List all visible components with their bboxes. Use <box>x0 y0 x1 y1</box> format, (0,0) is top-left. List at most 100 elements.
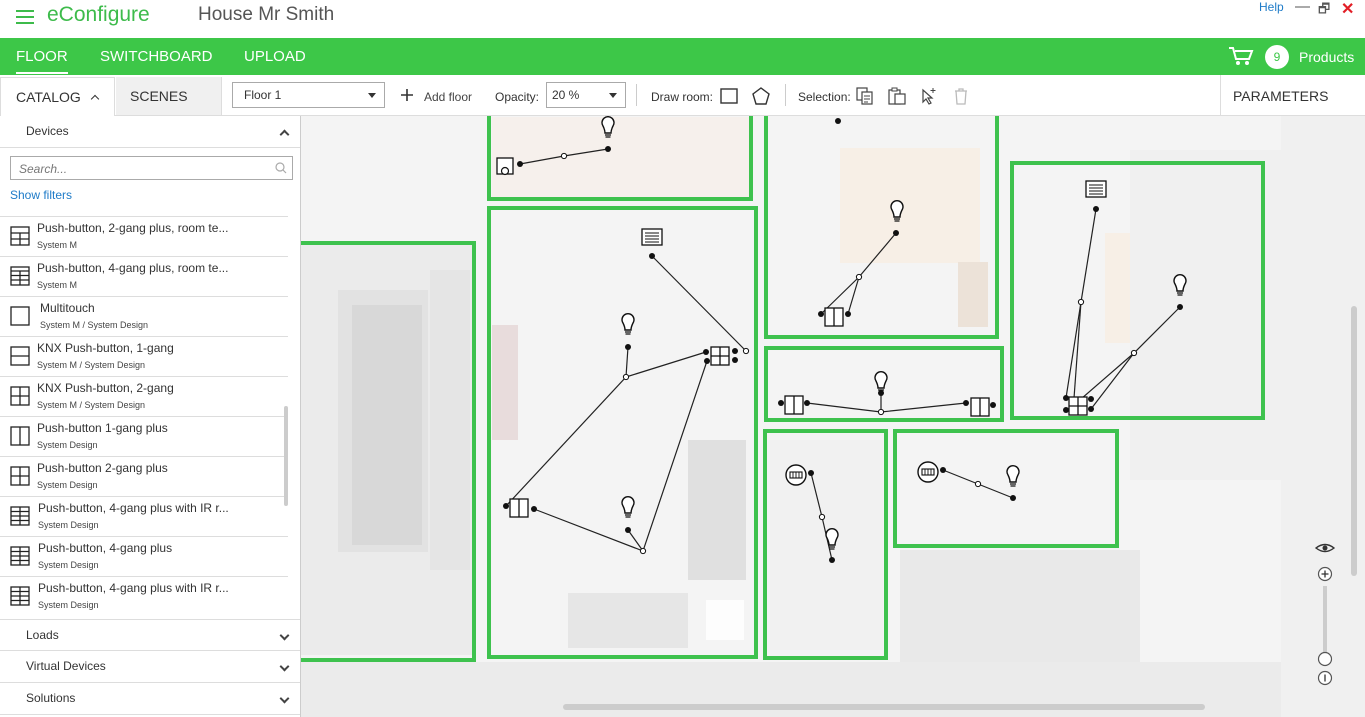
vertical-split-icon <box>10 426 30 446</box>
device-name: Multitouch <box>40 301 95 315</box>
dropdown-caret-icon <box>368 93 376 98</box>
opacity-select[interactable]: 20 % <box>546 82 626 108</box>
device-name: Push-button, 4-gang plus, room te... <box>37 261 229 275</box>
restore-button[interactable]: 🗗 <box>1318 0 1330 22</box>
draw-polygon-icon[interactable] <box>752 87 770 105</box>
device-system: System M / System Design <box>40 320 149 330</box>
devices-section-header[interactable]: Devices <box>0 116 300 148</box>
list-item[interactable]: Push-button 1-gang plus System Design <box>0 416 288 456</box>
select-pointer-icon[interactable] <box>920 87 938 105</box>
floor-plan-drawing[interactable] <box>301 116 1365 717</box>
device-name: Push-button, 4-gang plus with IR r... <box>38 501 229 515</box>
solutions-section-label: Solutions <box>26 691 76 705</box>
tab-switchboard[interactable]: SWITCHBOARD <box>100 48 213 65</box>
device-system: System M / System Design <box>37 360 146 370</box>
list-item[interactable]: Multitouch System M / System Design <box>0 296 288 336</box>
devices-section-label: Devices <box>26 124 69 138</box>
floor-select[interactable]: Floor 1 <box>232 82 385 108</box>
divider <box>636 84 637 106</box>
square-icon <box>10 306 30 326</box>
device-system: System M <box>37 280 78 290</box>
draw-rectangle-icon[interactable] <box>720 87 738 105</box>
device-system: System M <box>37 240 78 250</box>
list-item[interactable]: KNX Push-button, 1-gang System M / Syste… <box>0 336 288 376</box>
device-name: Push-button 1-gang plus <box>37 421 168 435</box>
list-item[interactable]: KNX Push-button, 2-gang System M / Syste… <box>0 376 288 416</box>
quad-split-icon <box>10 386 30 406</box>
grid-4x2-icon <box>10 546 30 566</box>
device-system: System Design <box>37 440 98 450</box>
canvas-horizontal-scrollbar[interactable] <box>563 704 1205 710</box>
search-icon <box>275 162 287 174</box>
chevron-down-icon <box>279 630 290 641</box>
parameters-tab[interactable]: PARAMETERS <box>1220 75 1365 116</box>
device-system: System Design <box>38 600 99 610</box>
draw-room-label: Draw room: <box>651 90 714 104</box>
list-item[interactable]: Push-button, 4-gang plus, room te... Sys… <box>0 256 288 296</box>
floor-select-value: Floor 1 <box>244 88 282 102</box>
minimize-button[interactable]: — <box>1295 0 1310 15</box>
add-floor-button[interactable]: Add floor <box>424 90 472 104</box>
chevron-up-icon <box>279 129 290 140</box>
cart-count-badge: 9 <box>1265 45 1289 69</box>
chevron-down-icon <box>279 661 290 672</box>
paste-icon[interactable] <box>888 87 906 105</box>
device-system: System Design <box>37 480 98 490</box>
help-link[interactable]: Help <box>1259 0 1284 14</box>
main-nav: FLOOR SWITCHBOARD UPLOAD 9 Products <box>0 38 1365 75</box>
plus-icon[interactable] <box>401 89 413 101</box>
tab-floor[interactable]: FLOOR <box>16 48 68 74</box>
device-name: Push-button, 2-gang plus, room te... <box>37 221 229 235</box>
virtual-devices-section-header[interactable]: Virtual Devices <box>0 651 300 683</box>
device-name: KNX Push-button, 2-gang <box>37 381 174 395</box>
divider <box>785 84 786 106</box>
tab-catalog[interactable]: CATALOG <box>0 77 115 116</box>
device-system: System Design <box>38 520 99 530</box>
solutions-section-header[interactable]: Solutions <box>0 683 300 715</box>
grid-4x2-icon <box>10 506 30 526</box>
selection-label: Selection: <box>798 90 851 104</box>
list-item[interactable]: Push-button, 4-gang plus System Design <box>0 536 288 576</box>
virtual-devices-section-label: Virtual Devices <box>26 659 106 673</box>
device-name: Push-button, 4-gang plus <box>38 541 173 555</box>
chevron-up-icon <box>90 94 99 104</box>
device-name: Push-button, 4-gang plus with IR r... <box>38 581 229 595</box>
project-name: House Mr Smith <box>198 4 335 25</box>
quad-split-icon <box>10 466 30 486</box>
device-list: Push-button, 2-gang plus, room te... Sys… <box>0 216 288 616</box>
device-name: Push-button 2-gang plus <box>37 461 168 475</box>
trash-icon[interactable] <box>952 87 970 105</box>
tab-scenes[interactable]: SCENES <box>116 77 222 115</box>
list-item[interactable]: Push-button, 4-gang plus with IR r... Sy… <box>0 496 288 536</box>
list-item[interactable]: Push-button, 4-gang plus with IR r... Sy… <box>0 576 288 616</box>
grid-2x2-panel-icon <box>10 226 30 246</box>
cart-icon[interactable] <box>1228 46 1254 66</box>
tab-upload[interactable]: UPLOAD <box>244 48 306 65</box>
search-placeholder: Search... <box>19 162 68 176</box>
title-bar: eConfigure House Mr Smith Help — 🗗 ✕ <box>0 0 1365 38</box>
list-item[interactable]: Push-button, 2-gang plus, room te... Sys… <box>0 216 288 256</box>
app-name: eConfigure <box>47 3 150 26</box>
products-link[interactable]: Products <box>1299 49 1354 65</box>
opacity-label: Opacity: <box>495 90 540 104</box>
loads-section-header[interactable]: Loads <box>0 619 300 651</box>
search-input[interactable]: Search... <box>10 156 293 180</box>
chevron-down-icon <box>279 693 290 704</box>
canvas-vertical-scrollbar[interactable] <box>1351 306 1357 576</box>
close-button[interactable]: ✕ <box>1341 0 1354 19</box>
catalog-sidebar: Devices Search... Show filters Push-butt… <box>0 116 301 717</box>
copy-icon[interactable] <box>856 87 874 105</box>
loads-section-label: Loads <box>26 628 59 642</box>
toolbar: CATALOG SCENES Floor 1 Add floor Opacity… <box>0 75 1365 116</box>
device-system: System Design <box>38 560 99 570</box>
device-system: System M / System Design <box>37 400 146 410</box>
floor-plan-canvas[interactable] <box>301 116 1365 717</box>
opacity-value: 20 % <box>552 88 580 102</box>
grid-4x2-panel-icon <box>10 266 30 286</box>
show-filters-link[interactable]: Show filters <box>10 188 72 202</box>
list-scrollbar[interactable] <box>284 406 288 506</box>
hamburger-menu-icon[interactable] <box>16 6 34 24</box>
list-item[interactable]: Push-button 2-gang plus System Design <box>0 456 288 496</box>
grid-4x2-icon <box>10 586 30 606</box>
dropdown-caret-icon <box>609 93 617 98</box>
